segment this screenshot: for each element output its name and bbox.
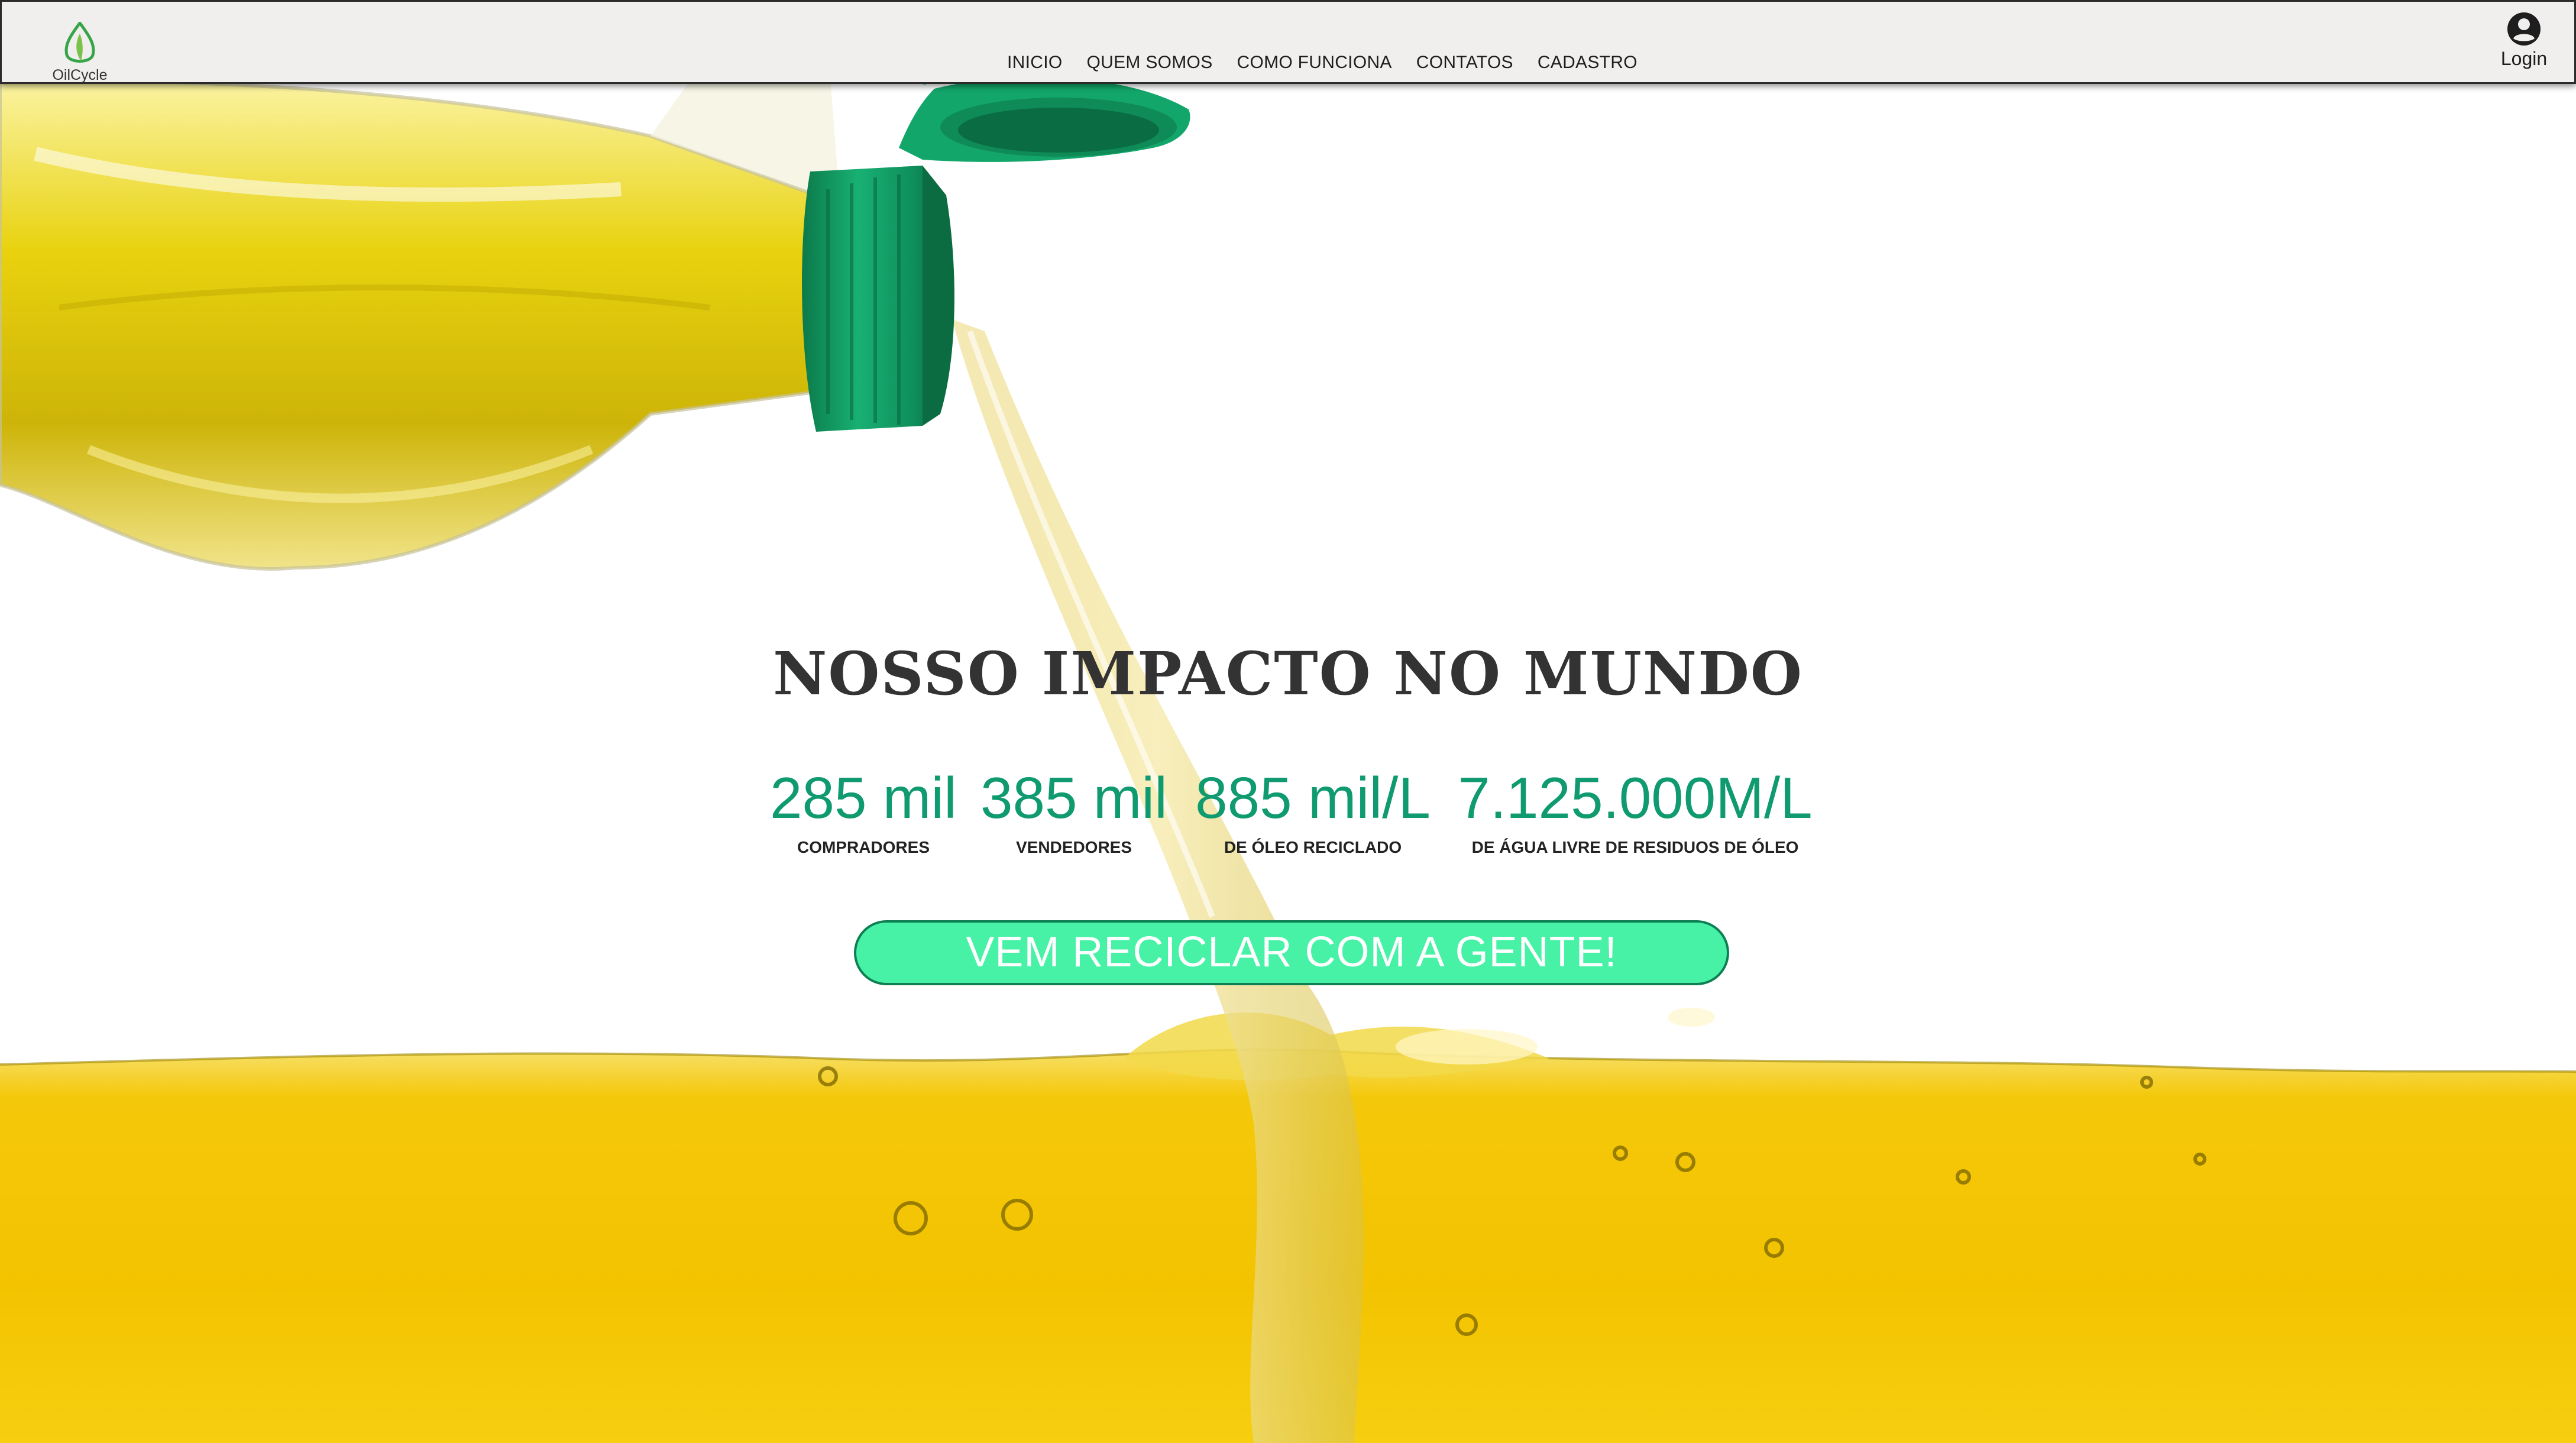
cta-recycle-button[interactable]: VEM RECICLAR COM A GENTE! bbox=[854, 920, 1729, 985]
stat-compradores: 285 mil COMPRADORES bbox=[769, 768, 958, 857]
nav-item-contatos[interactable]: CONTATOS bbox=[1416, 53, 1513, 79]
login-label: Login bbox=[2500, 48, 2548, 69]
stat-label: DE ÁGUA LIVRE DE RESIDUOS DE ÓLEO bbox=[1471, 837, 1799, 856]
nav-item-quem-somos[interactable]: QUEM SOMOS bbox=[1086, 53, 1212, 79]
stat-value: 285 mil bbox=[770, 765, 957, 830]
nav-item-como-funciona[interactable]: COMO FUNCIONA bbox=[1237, 53, 1392, 79]
brand-name: OilCycle bbox=[52, 67, 108, 83]
stat-value: 385 mil bbox=[980, 765, 1167, 830]
top-navbar: OilCycle INICIO QUEM SOMOS COMO FUNCIONA… bbox=[0, 0, 2576, 84]
stat-agua-livre: 7.125.000M/L DE ÁGUA LIVRE DE RESIDUOS D… bbox=[1455, 768, 1816, 857]
brand-logo[interactable]: OilCycle bbox=[43, 18, 116, 83]
impact-title: NOSSO IMPACTO NO MUNDO bbox=[772, 639, 1804, 708]
stat-label: VENDEDORES bbox=[1015, 837, 1132, 856]
stat-oleo-reciclado: 885 mil/L DE ÓLEO RECICLADO bbox=[1189, 768, 1437, 857]
leaf-drop-icon bbox=[64, 22, 95, 63]
page: OilCycle INICIO QUEM SOMOS COMO FUNCIONA… bbox=[0, 0, 2576, 1443]
main-nav: INICIO QUEM SOMOS COMO FUNCIONA CONTATOS… bbox=[1007, 53, 1662, 79]
stat-label: DE ÓLEO RECICLADO bbox=[1224, 837, 1402, 856]
stat-label: COMPRADORES bbox=[797, 837, 930, 856]
nav-item-inicio[interactable]: INICIO bbox=[1007, 53, 1062, 79]
user-circle-icon bbox=[2507, 12, 2541, 46]
login-button[interactable]: Login bbox=[2486, 11, 2562, 76]
stat-vendedores: 385 mil VENDEDORES bbox=[979, 768, 1169, 857]
stat-value: 7.125.000M/L bbox=[1458, 765, 1813, 830]
nav-item-cadastro[interactable]: CADASTRO bbox=[1538, 53, 1637, 79]
hero-background-image bbox=[0, 0, 2576, 1443]
stat-value: 885 mil/L bbox=[1195, 765, 1431, 830]
